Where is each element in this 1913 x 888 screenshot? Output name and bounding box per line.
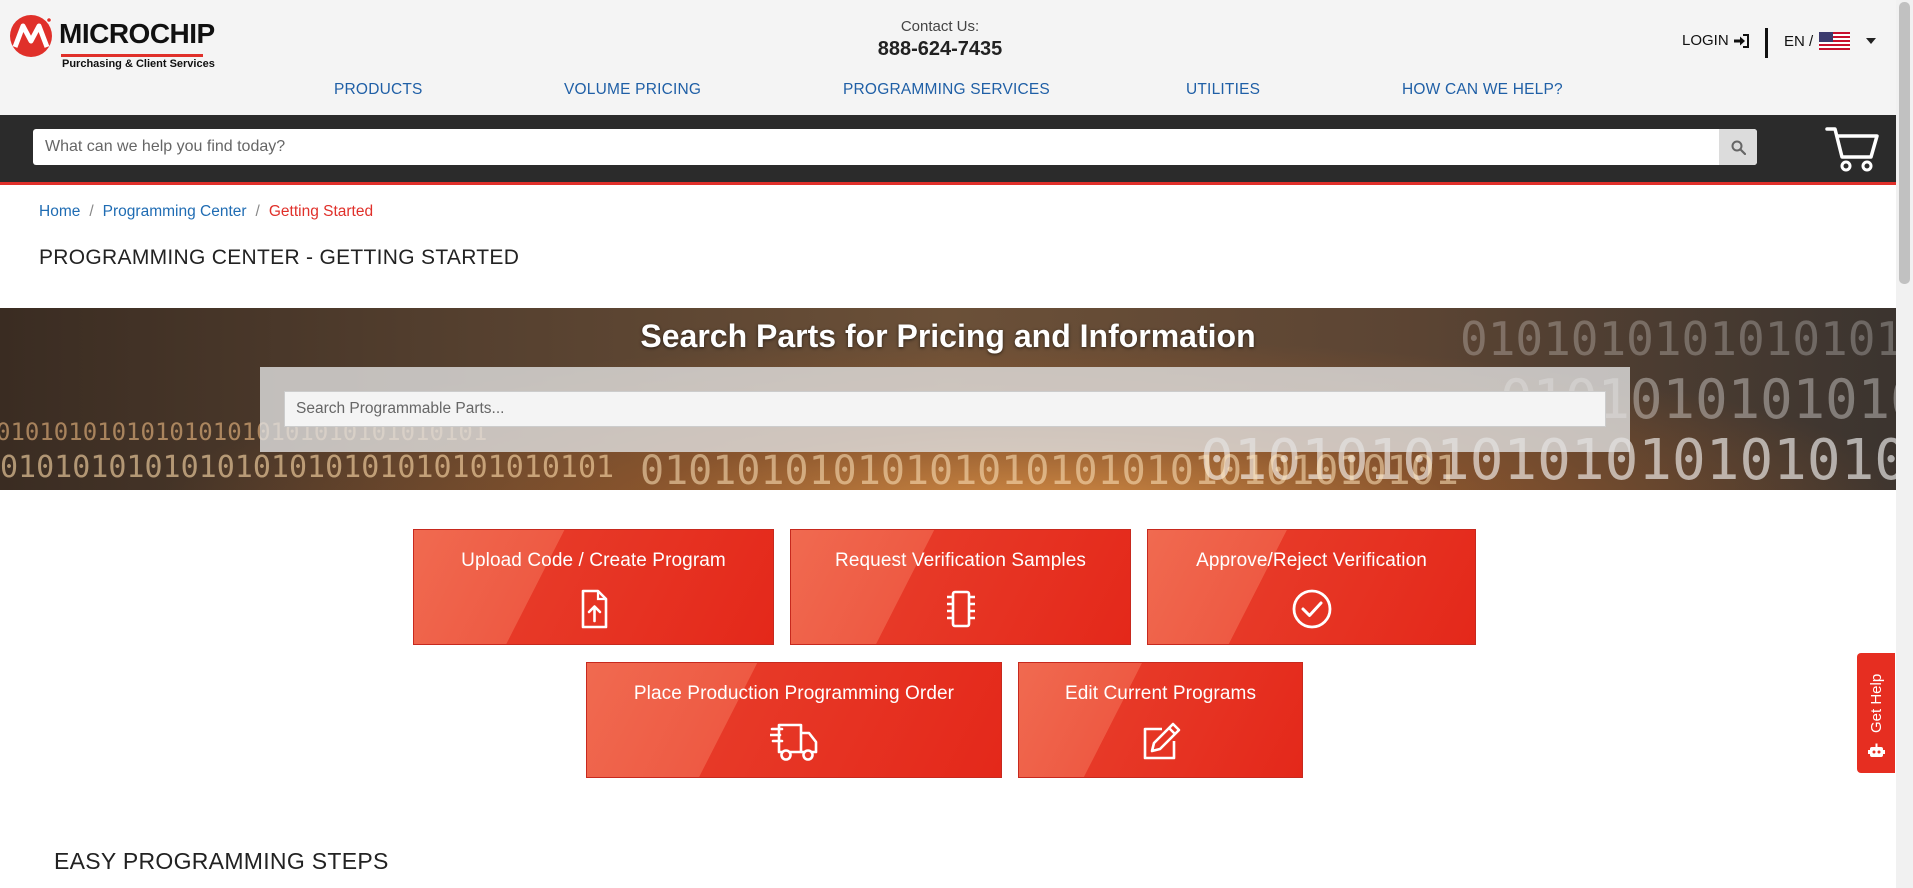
search-icon xyxy=(1731,140,1746,155)
tile-label: Request Verification Samples xyxy=(835,550,1086,571)
contact-phone[interactable]: 888-624-7435 xyxy=(840,38,1040,61)
microchip-logo-icon xyxy=(10,15,52,57)
shopping-cart-icon[interactable] xyxy=(1825,123,1879,173)
site-header: MICROCHIP Purchasing & Client Services C… xyxy=(0,0,1896,115)
delivery-truck-icon xyxy=(770,723,818,761)
nav-utilities[interactable]: UTILITIES xyxy=(1186,81,1260,99)
language-selector[interactable]: EN / xyxy=(1784,32,1877,50)
nav-programming-services[interactable]: PROGRAMMING SERVICES xyxy=(843,81,1050,99)
edit-programs-tile[interactable]: Edit Current Programs xyxy=(1018,662,1303,778)
nav-volume-pricing[interactable]: VOLUME PRICING xyxy=(564,81,701,99)
robot-icon xyxy=(1868,743,1885,757)
file-upload-icon xyxy=(581,589,607,629)
search-button[interactable] xyxy=(1719,129,1757,165)
nav-products[interactable]: PRODUCTS xyxy=(334,81,423,99)
language-label: EN / xyxy=(1784,32,1814,50)
tile-label: Approve/Reject Verification xyxy=(1196,550,1427,571)
tile-label: Edit Current Programs xyxy=(1064,683,1257,704)
upload-code-tile[interactable]: Upload Code / Create Program xyxy=(413,529,774,645)
contact-label: Contact Us: xyxy=(900,18,980,35)
logo-subtitle: Purchasing & Client Services xyxy=(62,58,215,70)
parts-search-input[interactable] xyxy=(284,391,1606,427)
check-circle-icon xyxy=(1292,589,1331,629)
breadcrumb-separator: / xyxy=(89,203,94,220)
search-strip xyxy=(0,115,1896,185)
logo-wordmark: MICROCHIP xyxy=(59,18,215,49)
breadcrumb-programming-center[interactable]: Programming Center xyxy=(103,203,247,220)
us-flag-icon xyxy=(1819,32,1851,50)
hero-binary-pattern: 0101010101010101010101010101010101 xyxy=(640,448,1459,490)
page-title: PROGRAMMING CENTER - GETTING STARTED xyxy=(39,246,520,269)
caret-down-icon xyxy=(1866,38,1877,44)
hero-banner: 0101010101010101010101010101010101 01010… xyxy=(0,308,1896,490)
site-search xyxy=(33,129,1757,165)
production-order-tile[interactable]: Place Production Programming Order xyxy=(586,662,1002,778)
scrollbar-thumb[interactable] xyxy=(1899,2,1910,284)
microchip-logo[interactable]: MICROCHIP Purchasing & Client Services xyxy=(8,14,215,72)
breadcrumb-separator: / xyxy=(255,203,260,220)
login-label: LOGIN xyxy=(1682,32,1729,49)
approve-reject-tile[interactable]: Approve/Reject Verification xyxy=(1147,529,1476,645)
chip-icon xyxy=(946,590,975,628)
get-help-tab[interactable]: Get Help xyxy=(1857,653,1895,773)
section-title: EASY PROGRAMMING STEPS xyxy=(54,848,389,874)
sign-in-icon xyxy=(1733,33,1749,48)
request-verification-tile[interactable]: Request Verification Samples xyxy=(790,529,1131,645)
breadcrumb-current: Getting Started xyxy=(268,203,374,220)
tile-label: Upload Code / Create Program xyxy=(461,550,726,571)
breadcrumb-home[interactable]: Home xyxy=(39,203,80,220)
logo-underline xyxy=(61,54,203,57)
edit-icon xyxy=(1143,722,1180,760)
tile-label: Place Production Programming Order xyxy=(633,683,955,704)
page-scrollbar[interactable] xyxy=(1896,0,1913,888)
login-link[interactable]: LOGIN xyxy=(1682,32,1749,49)
contact-block: Contact Us: 888-624-7435 xyxy=(840,18,1040,61)
hero-binary-pattern: 0101010101010101010101010101010101 xyxy=(0,450,615,485)
hero-title: Search Parts for Pricing and Information xyxy=(640,318,1256,354)
parts-search-box xyxy=(260,367,1630,452)
get-help-label: Get Help xyxy=(1868,673,1885,733)
header-divider xyxy=(1765,28,1768,58)
site-search-input[interactable] xyxy=(33,129,1757,165)
nav-how-can-we-help[interactable]: HOW CAN WE HELP? xyxy=(1402,81,1563,99)
breadcrumb: Home / Programming Center / Getting Started xyxy=(39,203,373,221)
